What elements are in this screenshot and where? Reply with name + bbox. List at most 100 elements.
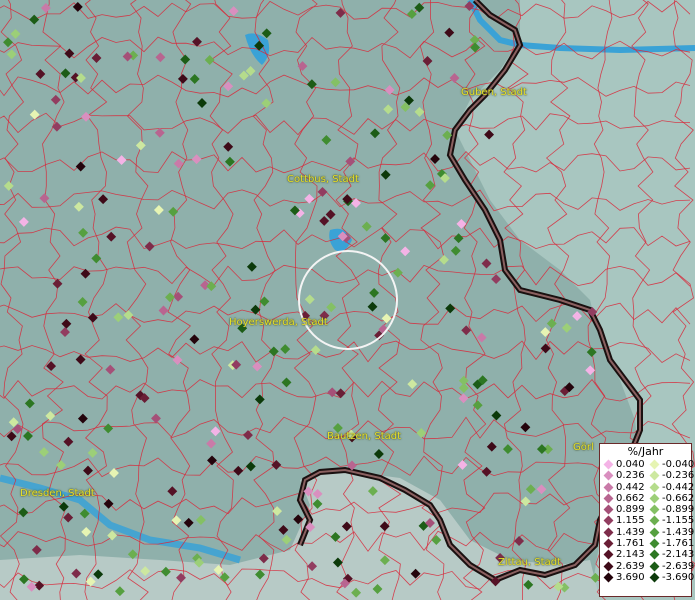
station-marker[interactable] <box>246 261 257 272</box>
station-marker[interactable] <box>271 459 282 470</box>
map-view[interactable]: Guben, Stadt Cottbus, Stadt Hoyerswerda,… <box>0 0 695 600</box>
station-marker[interactable] <box>116 155 127 166</box>
station-marker[interactable] <box>18 507 29 518</box>
station-marker[interactable] <box>293 514 304 525</box>
station-marker[interactable] <box>56 460 66 471</box>
station-marker[interactable] <box>6 49 17 60</box>
station-marker[interactable] <box>173 158 184 169</box>
station-marker[interactable] <box>444 27 455 38</box>
station-marker[interactable] <box>60 68 71 79</box>
station-marker[interactable] <box>60 327 70 338</box>
station-marker[interactable] <box>183 517 194 528</box>
station-marker[interactable] <box>370 128 380 139</box>
station-marker[interactable] <box>536 444 547 455</box>
station-marker[interactable] <box>180 54 191 65</box>
station-marker[interactable] <box>254 394 265 405</box>
station-marker[interactable] <box>192 36 202 47</box>
station-marker[interactable] <box>281 377 292 388</box>
station-marker[interactable] <box>392 267 403 278</box>
station-marker[interactable] <box>261 28 272 39</box>
station-marker[interactable] <box>369 287 380 298</box>
station-marker[interactable] <box>243 430 253 441</box>
station-marker[interactable] <box>540 327 551 338</box>
station-marker[interactable] <box>414 106 425 117</box>
station-marker[interactable] <box>197 98 207 108</box>
station-marker[interactable] <box>61 318 72 329</box>
station-marker[interactable] <box>154 127 165 138</box>
station-marker[interactable] <box>195 515 206 525</box>
station-marker[interactable] <box>80 268 91 279</box>
station-marker[interactable] <box>361 221 372 232</box>
station-marker[interactable] <box>87 447 98 458</box>
station-marker[interactable] <box>297 61 308 72</box>
station-marker[interactable] <box>91 53 102 63</box>
station-marker[interactable] <box>189 334 200 345</box>
station-marker[interactable] <box>10 28 21 39</box>
station-marker[interactable] <box>422 56 433 66</box>
station-marker[interactable] <box>281 534 292 545</box>
station-marker[interactable] <box>268 346 279 357</box>
station-marker[interactable] <box>135 140 146 151</box>
station-marker[interactable] <box>51 121 62 132</box>
station-marker[interactable] <box>458 393 469 404</box>
station-marker[interactable] <box>78 227 89 238</box>
station-marker[interactable] <box>546 318 557 329</box>
station-marker[interactable] <box>207 455 217 466</box>
station-marker[interactable] <box>153 205 164 215</box>
station-marker[interactable] <box>384 85 395 95</box>
station-marker[interactable] <box>177 73 188 84</box>
station-marker[interactable] <box>416 428 427 438</box>
station-marker[interactable] <box>113 312 124 323</box>
station-marker[interactable] <box>77 297 88 307</box>
station-marker[interactable] <box>407 379 418 390</box>
station-marker[interactable] <box>536 484 547 495</box>
station-marker[interactable] <box>321 135 332 145</box>
station-marker[interactable] <box>572 311 583 322</box>
station-marker[interactable] <box>144 241 155 252</box>
station-marker[interactable] <box>252 361 263 372</box>
station-marker[interactable] <box>233 465 244 476</box>
station-marker[interactable] <box>223 141 234 152</box>
station-marker[interactable] <box>310 345 321 356</box>
station-marker[interactable] <box>63 436 74 447</box>
station-marker[interactable] <box>280 344 291 355</box>
station-marker[interactable] <box>400 246 411 257</box>
station-marker[interactable] <box>367 301 378 312</box>
station-marker[interactable] <box>98 194 109 205</box>
station-marker[interactable] <box>520 496 531 507</box>
station-marker[interactable] <box>481 466 492 477</box>
station-marker[interactable] <box>109 468 119 478</box>
station-marker[interactable] <box>31 544 42 555</box>
station-marker[interactable] <box>168 206 179 217</box>
station-marker[interactable] <box>453 233 464 244</box>
station-marker[interactable] <box>18 216 29 227</box>
station-marker[interactable] <box>29 109 40 120</box>
station-marker[interactable] <box>63 512 74 523</box>
station-marker[interactable] <box>127 549 138 560</box>
station-marker[interactable] <box>486 441 497 452</box>
station-marker[interactable] <box>445 303 456 314</box>
station-marker[interactable] <box>103 498 114 509</box>
station-marker[interactable] <box>457 459 468 470</box>
station-marker[interactable] <box>3 180 14 191</box>
station-marker[interactable] <box>106 231 117 242</box>
station-marker[interactable] <box>24 398 35 409</box>
station-marker[interactable] <box>514 536 525 546</box>
station-marker[interactable] <box>81 111 91 122</box>
station-marker[interactable] <box>470 42 481 53</box>
station-marker[interactable] <box>278 524 289 535</box>
station-marker[interactable] <box>151 413 161 424</box>
station-marker[interactable] <box>449 73 460 83</box>
station-marker[interactable] <box>81 526 92 537</box>
station-marker[interactable] <box>3 37 13 48</box>
station-marker[interactable] <box>381 313 392 324</box>
station-marker[interactable] <box>245 461 256 472</box>
station-marker[interactable] <box>77 413 88 424</box>
station-marker[interactable] <box>261 98 272 109</box>
station-marker[interactable] <box>173 291 184 302</box>
station-marker[interactable] <box>520 422 531 433</box>
station-marker[interactable] <box>326 302 337 313</box>
station-marker[interactable] <box>304 294 315 305</box>
station-marker[interactable] <box>250 304 261 315</box>
station-marker[interactable] <box>45 410 56 421</box>
